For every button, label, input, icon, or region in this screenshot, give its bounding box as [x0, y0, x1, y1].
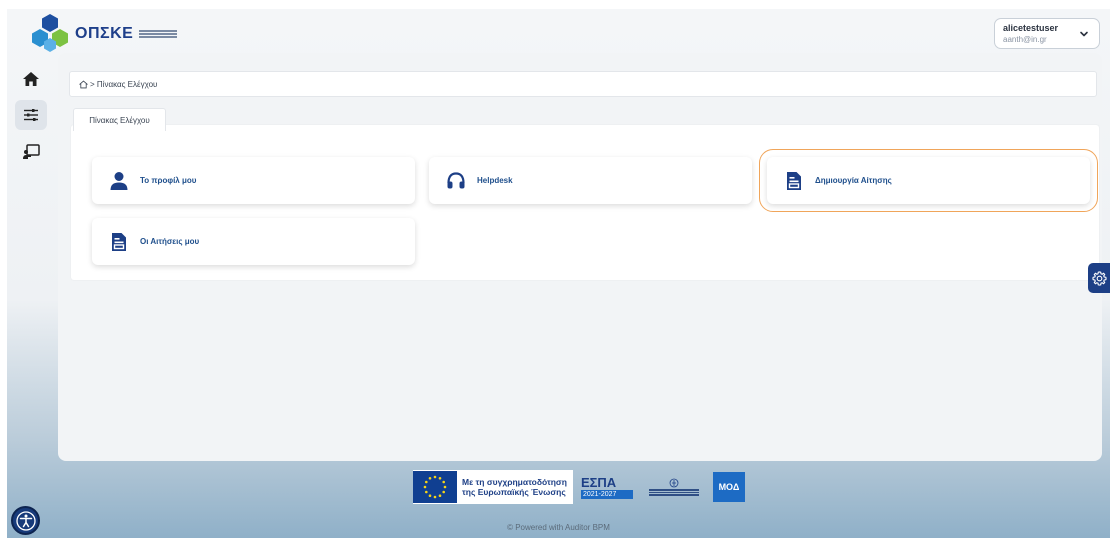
eu-flag-icon [413, 471, 457, 503]
logo-subtitle [139, 30, 178, 38]
tile-label: Helpdesk [477, 176, 513, 185]
tab-dashboard[interactable]: Πίνακας Ελέγχου [73, 108, 166, 131]
main-panel: > Πίνακας Ελέγχου Πίνακας Ελέγχου Το προ… [58, 53, 1102, 461]
emblem-icon [669, 478, 679, 488]
greek-gov-logo [643, 470, 705, 504]
home-outline-icon[interactable] [79, 80, 88, 89]
opske-logo[interactable]: ΟΠΣΚΕ [29, 13, 178, 55]
user-menu[interactable]: alicetestuser aanth@in.gr [994, 18, 1100, 49]
tile-label: Οι Αιτήσεις μου [140, 237, 200, 246]
tile-my-profile[interactable]: Το προφίλ μου [92, 157, 415, 204]
tile-helpdesk[interactable]: Helpdesk [429, 157, 752, 204]
document-icon [112, 232, 126, 251]
sidebar-item-dashboard[interactable] [15, 100, 47, 130]
tile-label: Δημιουργία Αίτησης [815, 176, 892, 185]
accessibility-icon [15, 510, 36, 531]
powered-by-text: © Powered with Auditor BPM [507, 523, 610, 532]
gear-icon [1091, 270, 1107, 286]
document-icon [787, 171, 801, 190]
sidebar [7, 59, 57, 538]
espa-title: ΕΣΠΑ [580, 474, 617, 490]
accessibility-button[interactable] [11, 506, 40, 535]
sliders-icon [24, 109, 38, 121]
tile-my-applications[interactable]: Οι Αιτήσεις μου [92, 218, 415, 265]
eu-text: Με τη συγχρηματοδότηση της Ευρωπαϊκής Έν… [462, 477, 567, 497]
footer-logos: Με τη συγχρηματοδότηση της Ευρωπαϊκής Έν… [413, 467, 753, 507]
logo-text: ΟΠΣΚΕ [75, 25, 134, 42]
hexagon-logo-icon [32, 14, 68, 52]
espa-years: 2021-2027 [580, 489, 633, 499]
eu-cofunding-logo: Με τη συγχρηματοδότηση της Ευρωπαϊκής Έν… [413, 470, 573, 504]
moa-logo: ΜΟΔ [712, 472, 745, 502]
sidebar-item-home[interactable] [15, 64, 47, 94]
tile-label: Το προφίλ μου [140, 176, 197, 185]
breadcrumb: > Πίνακας Ελέγχου [69, 71, 1097, 97]
settings-button[interactable] [1088, 263, 1110, 293]
chevron-down-icon [1080, 31, 1088, 37]
headset-icon [447, 171, 465, 188]
teacher-board-icon [23, 144, 40, 159]
sidebar-item-presentation[interactable] [15, 137, 47, 167]
header: ΟΠΣΚΕ alicetestuser aanth@in.gr [7, 9, 1110, 59]
espa-logo: ΕΣΠΑ 2021-2027 [580, 470, 635, 504]
user-icon [110, 171, 128, 190]
home-icon [23, 72, 39, 86]
app-window: ΟΠΣΚΕ alicetestuser aanth@in.gr > Πίνακα… [7, 9, 1110, 538]
breadcrumb-current: > Πίνακας Ελέγχου [90, 79, 158, 89]
tile-create-application[interactable]: Δημιουργία Αίτησης [759, 149, 1098, 212]
top-strip [0, 0, 1110, 9]
